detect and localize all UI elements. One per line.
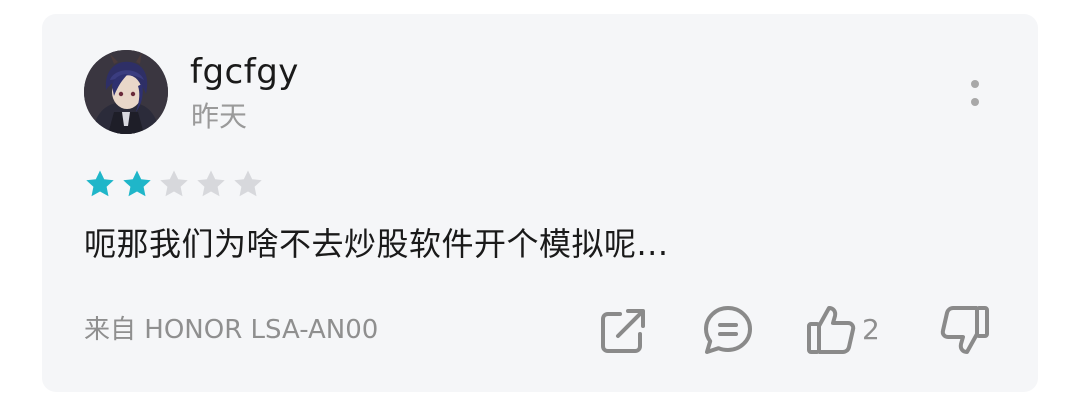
- star-rating: [84, 168, 264, 200]
- comment-time: 昨天: [191, 100, 248, 133]
- comment-text: 呃那我们为啥不去炒股软件开个模拟呢...: [84, 225, 669, 263]
- share-icon[interactable]: [596, 302, 652, 358]
- device-source: 来自 HONOR LSA-AN00: [84, 315, 379, 345]
- more-dot: [971, 80, 979, 88]
- thumbs-down-icon[interactable]: [936, 302, 992, 358]
- thumbs-up-icon[interactable]: [804, 302, 860, 358]
- star-filled-icon: [86, 170, 114, 197]
- avatar[interactable]: [84, 50, 168, 134]
- more-vertical-icon[interactable]: [960, 74, 990, 114]
- comment-icon[interactable]: [700, 302, 756, 358]
- more-dot: [971, 98, 979, 106]
- star-empty-icon: [234, 170, 262, 197]
- star-filled-icon: [123, 170, 151, 197]
- star-empty-icon: [160, 170, 188, 197]
- star-empty-icon: [197, 170, 225, 197]
- avatar-image: [84, 50, 168, 134]
- like-count: 2: [862, 313, 880, 346]
- username[interactable]: fgcfgy: [190, 52, 299, 92]
